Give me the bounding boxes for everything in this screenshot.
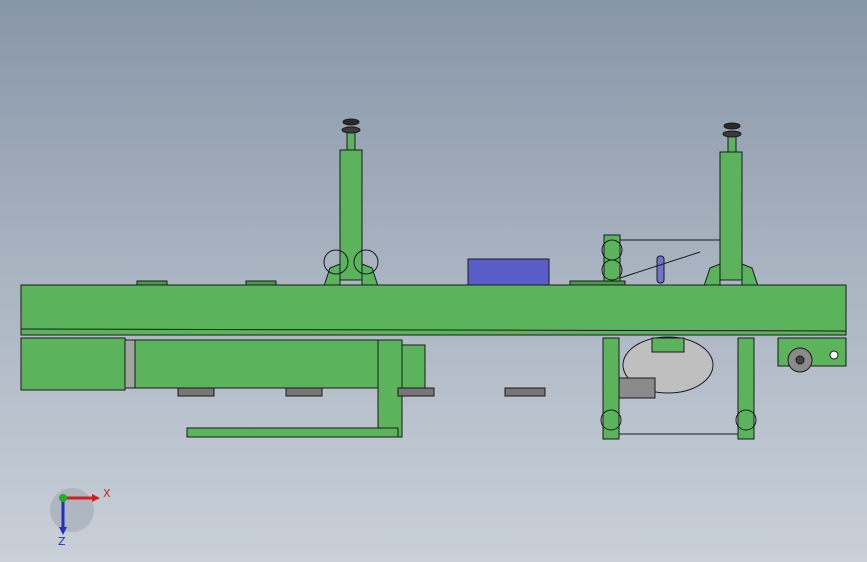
pneumatic-cylinder	[656, 255, 665, 284]
machine-drawing: X Z	[20, 118, 847, 548]
drive-gearbox	[777, 337, 847, 373]
left-handwheel	[341, 118, 361, 134]
right-handwheel	[722, 122, 742, 138]
x-axis-arrow-icon	[92, 494, 100, 502]
left-support-column	[323, 126, 379, 287]
z-axis-label: Z	[58, 535, 66, 548]
bottom-pads	[177, 387, 546, 397]
origin-icon	[59, 494, 67, 502]
main-beam	[20, 284, 847, 336]
right-support-column	[703, 131, 759, 287]
coordinate-triad: X Z	[50, 487, 111, 548]
motor-housing	[467, 258, 550, 287]
x-axis-label: X	[103, 487, 111, 500]
outrigger-arm	[186, 427, 399, 438]
cad-viewport[interactable]: X Z	[0, 0, 867, 562]
lower-frame	[20, 337, 426, 438]
